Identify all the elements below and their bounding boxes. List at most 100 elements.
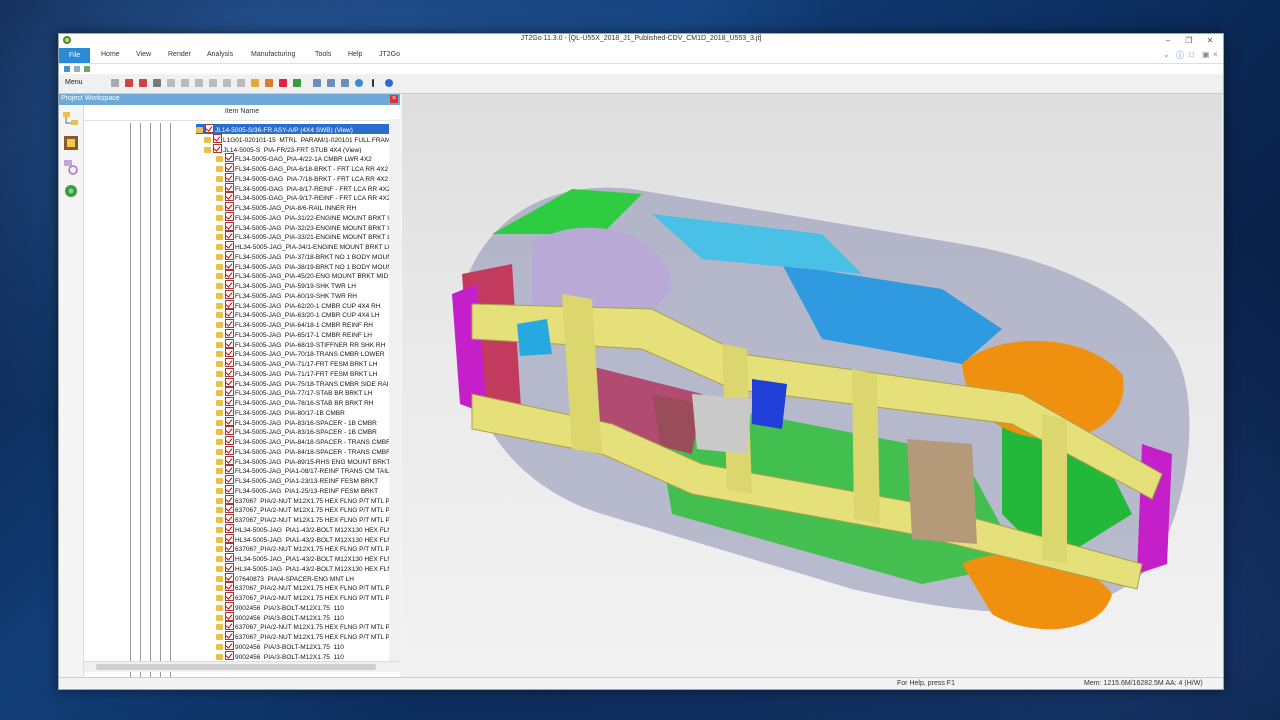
tree-row[interactable]: FL34-5005-JAG_PIA-38/19-BRKT NO 1 BODY M…: [216, 260, 400, 270]
tree-row[interactable]: FL34-5005-JAG_PIA1-25/13-REINF FESM BRKT: [216, 484, 400, 494]
visibility-checkbox[interactable]: [225, 601, 234, 611]
workspace-close-button[interactable]: ×: [390, 95, 398, 103]
tree-row[interactable]: FL34-5005-JAG_PIA1-23/13-REINF FESM BRKT: [216, 475, 400, 485]
tree-row[interactable]: FL34-5005-JAG_PIA-70/18-TRANS CMBR LOWER: [216, 348, 400, 358]
tree-row[interactable]: 07640873_PIA/4-SPACER-ENG MNT LH: [216, 572, 400, 582]
tree-row[interactable]: FL34-5005-JAG_PIA-45/20-ENG MOUNT BRKT M…: [216, 270, 400, 280]
next-step-icon[interactable]: [139, 79, 147, 87]
visibility-checkbox[interactable]: [213, 133, 222, 143]
visibility-checkbox[interactable]: [225, 241, 234, 250]
part-icon[interactable]: [279, 79, 287, 87]
visibility-checkbox[interactable]: [225, 231, 234, 241]
tree-row[interactable]: FL34-5005-JAG_PIA-78/16-STAB BR BRKT RH: [216, 397, 400, 407]
tree-row[interactable]: FL34-5005-GAG_PIA-8/17-REINF - FRT LCA R…: [216, 182, 400, 192]
visibility-checkbox[interactable]: [225, 377, 234, 387]
item-name-column-header[interactable]: Item Name: [84, 108, 400, 121]
visibility-checkbox[interactable]: [225, 250, 234, 260]
tree-row[interactable]: HL34-5005-JAG_PIA1-43/2-BOLT M12X130 HEX…: [216, 562, 400, 572]
tree-row[interactable]: FL34-5005-JAG_PIA-84/18-SPACER - TRANS C…: [216, 445, 400, 455]
zoom-icon[interactable]: [153, 79, 161, 87]
color-icon[interactable]: [265, 79, 273, 87]
visibility-checkbox[interactable]: [225, 328, 234, 338]
menu-jt2go[interactable]: JT2Go: [379, 51, 400, 58]
tree-row[interactable]: FL34-5005-JAG_PIA-71/17-FRT FESM BRKT LH: [216, 358, 400, 368]
tree-row[interactable]: FL34-5005-JAG_PIA-75/18-TRANS CMBR SIDE …: [216, 377, 400, 387]
close-doc-icon[interactable]: ×: [1213, 50, 1218, 59]
tree-row[interactable]: FL34-5005-GAG_PIA-6/18-BRKT - FRT LCA RR…: [216, 163, 400, 173]
tree-row[interactable]: HL34-5005-JAG_PIA1-43/2-BOLT M12X130 HEX…: [216, 533, 400, 543]
minimize-button[interactable]: –: [1159, 34, 1177, 48]
tree-row[interactable]: 637067_PIA/2-NUT M12X1.75 HEX FLNG P/T M…: [216, 514, 400, 524]
visibility-checkbox[interactable]: [225, 553, 234, 562]
tree-row[interactable]: FL34-5005-JAG_PIA-31/22-ENGINE MOUNT BRK…: [216, 211, 400, 221]
visibility-checkbox[interactable]: [225, 533, 234, 543]
menu-help[interactable]: Help: [348, 51, 362, 58]
tree-row[interactable]: 637067_PIA/2-NUT M12X1.75 HEX FLNG P/T M…: [216, 582, 400, 592]
tree-row[interactable]: FL34-5005-JAG_PIA-62/20-1 CMBR CUP 4X4 R…: [216, 299, 400, 309]
tree-row[interactable]: FL34-5005-JAG_PIA1-08/17-REINF TRANS CM …: [216, 465, 400, 475]
view-top-icon[interactable]: [341, 79, 349, 87]
close-window-button[interactable]: ✕: [1201, 34, 1219, 48]
visibility-checkbox[interactable]: [225, 621, 234, 631]
tree-row[interactable]: FL34-5005-JAG_PIA-84/18-SPACER - TRANS C…: [216, 436, 400, 446]
visibility-checkbox[interactable]: [225, 153, 234, 163]
visibility-checkbox[interactable]: [225, 260, 234, 270]
tree-row[interactable]: 637067_PIA/2-NUT M12X1.75 HEX FLNG P/T M…: [216, 543, 400, 553]
tree-vertical-scrollbar[interactable]: [389, 119, 400, 661]
measure-icon[interactable]: [209, 79, 217, 87]
visibility-checkbox[interactable]: [225, 436, 234, 445]
visibility-checkbox[interactable]: [225, 455, 234, 465]
undo-icon[interactable]: [385, 79, 393, 87]
tree-row[interactable]: FL34-5005-JAG_PIA-37/18-BRKT NO 1 BODY M…: [216, 250, 400, 260]
pan-icon[interactable]: [167, 79, 175, 87]
tree-row[interactable]: FL34-5005-JAG_PIA-71/17-FRT FESM BRKT LH: [216, 367, 400, 377]
tree-row[interactable]: 9002456_PIA/3-BOLT-M12X1.75_110: [216, 611, 400, 621]
tree-row[interactable]: HL34-5005-JAG_PIA1-43/2-BOLT M12X130 HEX…: [216, 523, 400, 533]
visibility-checkbox[interactable]: [225, 562, 234, 572]
visibility-checkbox[interactable]: [225, 338, 234, 348]
tree-row[interactable]: 9002456_PIA/3-BOLT-M12X1.75_110: [216, 640, 400, 650]
tree-row[interactable]: FL34-5005-GAG_PIA-9/17-REINF - FRT LCA R…: [216, 192, 400, 202]
tree-row[interactable]: FL34-5005-JAG_PIA-64/18-1 CMBR REINF RH: [216, 319, 400, 329]
visibility-checkbox[interactable]: [225, 289, 234, 299]
tree-row[interactable]: FL34-5005-JAG_PIA-59/19-SHK TWR LH: [216, 280, 400, 290]
quick-access-icons[interactable]: [64, 65, 104, 73]
tree-row[interactable]: JL14-5005-S_PIA-FR/23-FRT STUB 4X4 (View…: [204, 143, 400, 153]
tree-row[interactable]: FL34-5005-JAG_PIA-60/19-SHK TWR RH: [216, 289, 400, 299]
visibility-checkbox[interactable]: [205, 124, 214, 133]
visibility-checkbox[interactable]: [225, 484, 234, 494]
tree-row[interactable]: 9002456_PIA/3-BOLT-M12X1.75_110: [216, 601, 400, 611]
visibility-checkbox[interactable]: [213, 143, 222, 153]
tree-row[interactable]: 637067_PIA/2-NUT M12X1.75 HEX FLNG P/T M…: [216, 494, 400, 504]
visibility-checkbox[interactable]: [225, 182, 234, 192]
vertical-arrow-icon[interactable]: [372, 79, 374, 87]
tree-row[interactable]: FL34-5005-GAG_PIA-7/18-BRKT - FRT LCA RR…: [216, 172, 400, 182]
visibility-checkbox[interactable]: [225, 592, 234, 601]
prev-step-icon[interactable]: [125, 79, 133, 87]
visibility-checkbox[interactable]: [225, 367, 234, 377]
tree-row[interactable]: 637067_PIA/2-NUT M12X1.75 HEX FLNG P/T M…: [216, 592, 400, 602]
tree-row[interactable]: FL34-5005-GAG_PIA-4/22-1A CMBR LWR 4X2: [216, 153, 400, 163]
visibility-checkbox[interactable]: [225, 406, 234, 416]
visibility-checkbox[interactable]: [225, 309, 234, 319]
visibility-checkbox[interactable]: [225, 270, 234, 280]
visibility-checkbox[interactable]: [225, 202, 234, 211]
section-icon[interactable]: [223, 79, 231, 87]
help-icon[interactable]: ⓘ: [1176, 50, 1184, 61]
menu-analysis[interactable]: Analysis: [207, 51, 233, 58]
highlight-icon[interactable]: [251, 79, 259, 87]
visibility-checkbox[interactable]: [225, 387, 234, 397]
views-icon[interactable]: [62, 159, 80, 175]
visibility-checkbox[interactable]: [225, 192, 234, 202]
file-tab[interactable]: File: [59, 48, 90, 63]
tree-row[interactable]: HL34-5005-JAG_PIA-34/1-ENGINE MOUNT BRKT…: [216, 241, 400, 251]
visibility-checkbox[interactable]: [225, 543, 234, 553]
visibility-checkbox[interactable]: [225, 319, 234, 328]
visibility-checkbox[interactable]: [225, 504, 234, 514]
restore-button[interactable]: ❐: [1180, 34, 1198, 48]
tree-row[interactable]: L1G01-020101-15_MTRL_PARAM/1-020101 FULL…: [204, 133, 400, 143]
markup-icon[interactable]: [237, 79, 245, 87]
visibility-checkbox[interactable]: [225, 172, 234, 182]
menu-render[interactable]: Render: [168, 51, 191, 58]
assembly-tree-icon[interactable]: [62, 111, 80, 127]
